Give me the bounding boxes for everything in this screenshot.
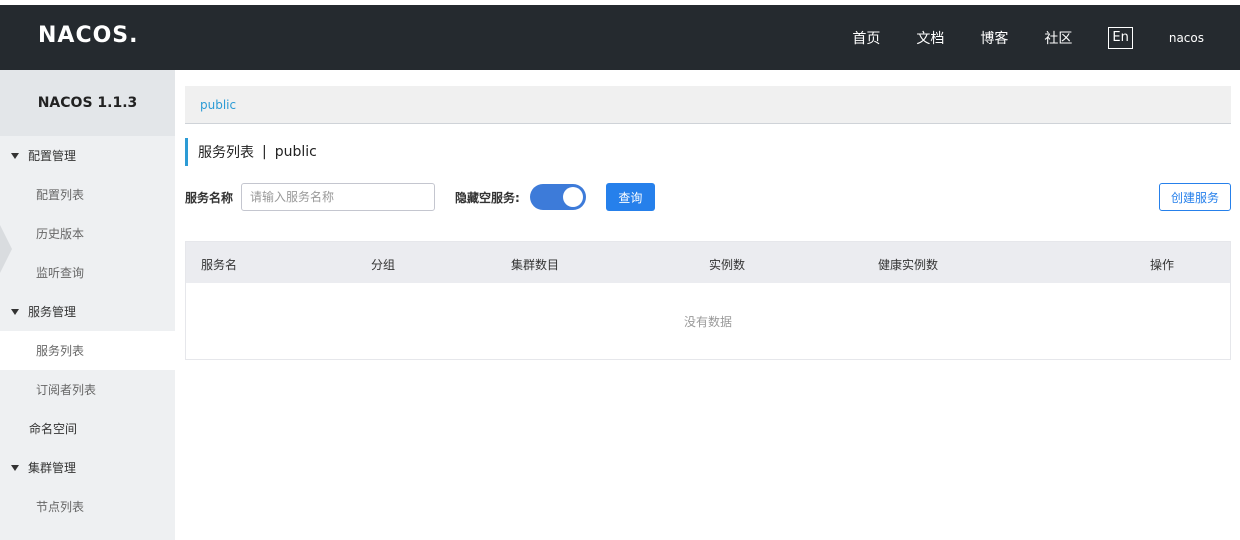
column-group: 分组	[371, 258, 396, 272]
column-healthy-count: 健康实例数	[878, 258, 939, 272]
service-name-label: 服务名称	[185, 190, 234, 205]
sidebar-group-label: 服务管理	[28, 305, 77, 319]
column-instance-count: 实例数	[709, 258, 746, 272]
sidebar-item-listener-query[interactable]: 监听查询	[0, 253, 175, 292]
sidebar-group-label: 集群管理	[28, 461, 77, 475]
service-table: 服务名 分组 集群数目 实例数 健康实例数 操作 没有数据	[185, 241, 1231, 360]
sidebar-item-node-list[interactable]: 节点列表	[0, 487, 175, 526]
sidebar-item-config-list[interactable]: 配置列表	[0, 175, 175, 214]
toggle-knob	[562, 187, 583, 207]
page-title-namespace: public	[274, 144, 317, 160]
sidebar-group-label: 配置管理	[28, 149, 77, 163]
caret-down-icon	[11, 308, 19, 315]
create-service-button[interactable]: 创建服务	[1159, 183, 1231, 211]
sidebar-version: NACOS 1.1.3	[0, 70, 175, 136]
page-title: 服务列表 | public	[185, 138, 317, 166]
nav-blog[interactable]: 博客	[980, 28, 1008, 48]
title-separator: |	[262, 144, 267, 160]
table-body: 没有数据	[186, 283, 1230, 360]
sidebar-item-namespace[interactable]: 命名空间	[0, 409, 175, 448]
sidebar-item-subscriber-list[interactable]: 订阅者列表	[0, 370, 175, 409]
language-switch[interactable]: En	[1108, 26, 1133, 49]
namespace-bar: public	[185, 86, 1231, 124]
page-title-text: 服务列表	[198, 145, 254, 161]
top-header: NACOS. 首页 文档 博客 社区 En nacos	[0, 5, 1240, 70]
caret-down-icon	[11, 152, 19, 159]
sidebar-item-history[interactable]: 历史版本	[0, 214, 175, 253]
sidebar: NACOS 1.1.3 配置管理 配置列表 历史版本 监听查询 服务管理 服务列…	[0, 70, 175, 540]
user-name[interactable]: nacos	[1169, 31, 1204, 45]
sidebar-group-config[interactable]: 配置管理	[0, 136, 175, 175]
service-name-input[interactable]	[241, 183, 436, 211]
nav-docs[interactable]: 文档	[916, 28, 944, 48]
sidebar-group-cluster[interactable]: 集群管理	[0, 448, 175, 487]
namespace-link-public[interactable]: public	[200, 98, 236, 112]
column-cluster-count: 集群数目	[511, 258, 560, 272]
caret-down-icon	[11, 464, 19, 471]
nacos-logo[interactable]: NACOS.	[38, 23, 139, 48]
sidebar-item-service-list[interactable]: 服务列表	[0, 331, 175, 370]
column-service-name: 服务名	[201, 258, 238, 272]
top-nav: 首页 文档 博客 社区 En nacos	[852, 5, 1240, 70]
query-button[interactable]: 查询	[605, 183, 655, 211]
sidebar-collapse-handle[interactable]	[0, 225, 12, 273]
table-header: 服务名 分组 集群数目 实例数 健康实例数 操作	[186, 242, 1230, 283]
hide-empty-toggle[interactable]	[529, 184, 586, 210]
hide-empty-label: 隐藏空服务:	[455, 190, 520, 205]
filter-bar: 服务名称 隐藏空服务: 查询 创建服务	[185, 183, 1231, 211]
nav-home[interactable]: 首页	[852, 28, 880, 48]
sidebar-group-service[interactable]: 服务管理	[0, 292, 175, 331]
empty-state-text: 没有数据	[683, 315, 732, 329]
column-actions: 操作	[1150, 258, 1175, 272]
nav-community[interactable]: 社区	[1044, 28, 1072, 48]
